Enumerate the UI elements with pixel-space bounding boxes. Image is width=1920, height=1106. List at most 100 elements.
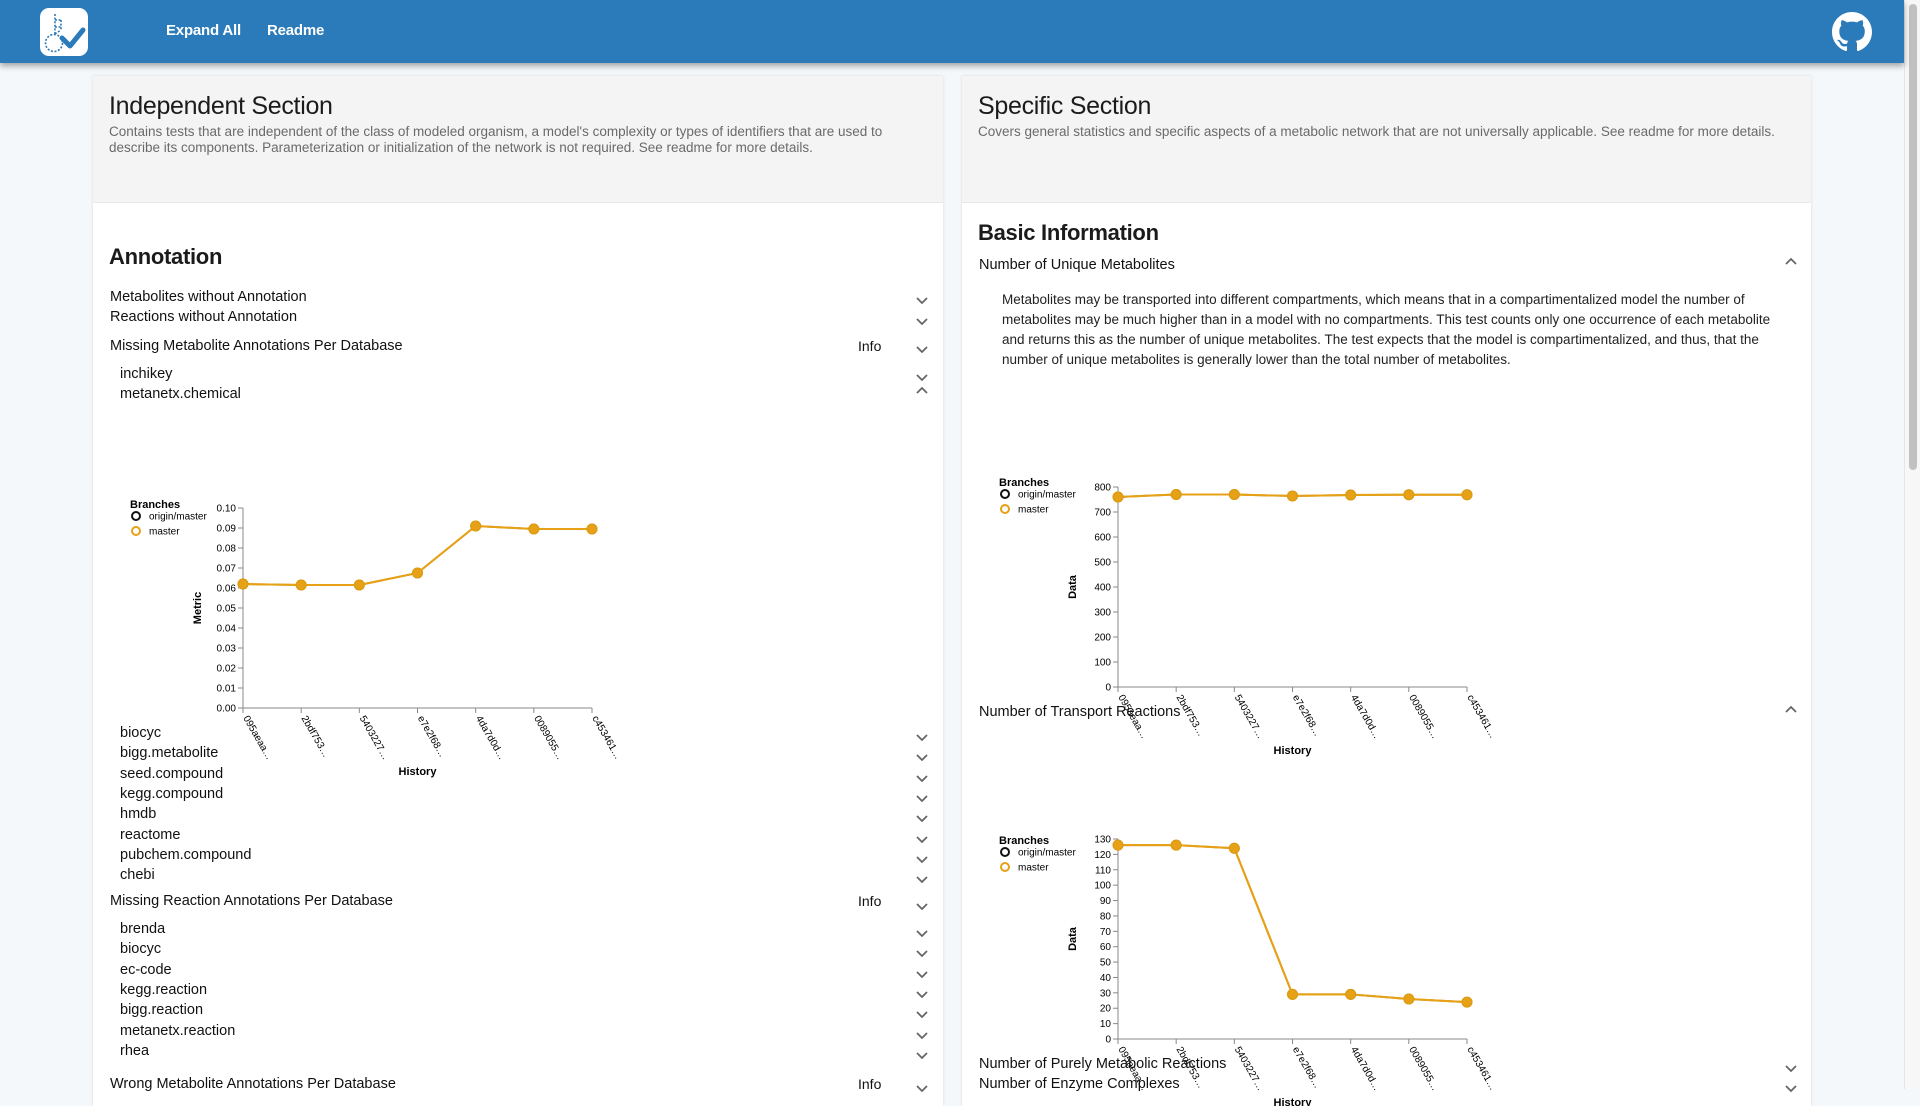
- y-tick-label: 0: [1105, 1035, 1111, 1046]
- data-point: [1228, 489, 1240, 500]
- y-tick-label: 130: [1094, 835, 1111, 846]
- info-button[interactable]: Info: [858, 338, 881, 354]
- y-tick-label: 50: [1100, 958, 1112, 969]
- test-label: Number of Purely Metabolic Reactions: [979, 1056, 1227, 1072]
- data-point: [1403, 993, 1415, 1005]
- chevron-down-icon[interactable]: [915, 373, 929, 383]
- data-point: [1228, 842, 1240, 854]
- info-button[interactable]: Info: [858, 1076, 881, 1092]
- y-tick-label: 70: [1100, 927, 1112, 938]
- subtest-label: reactome: [120, 826, 181, 843]
- group-title-annotation: Annotation: [109, 244, 223, 269]
- chevron-down-icon[interactable]: [915, 345, 929, 355]
- chevron-down-icon[interactable]: [915, 1051, 929, 1061]
- chevron-down-icon[interactable]: [1784, 1084, 1798, 1094]
- subtest-label: biocyc: [120, 725, 162, 741]
- test-label: Number of Enzyme Complexes: [979, 1076, 1180, 1092]
- legend-label: master: [1018, 863, 1049, 874]
- readme-link[interactable]: Readme: [267, 22, 324, 39]
- scrollbar-thumb[interactable]: [1909, 4, 1917, 470]
- chevron-up-icon[interactable]: [1784, 256, 1798, 266]
- subtest-row[interactable]: biocyc: [120, 725, 820, 745]
- data-point: [412, 567, 423, 579]
- test-number-of-unique-metabolites[interactable]: Number of Unique Metabolites: [979, 257, 1779, 277]
- y-tick-label: 10: [1100, 1019, 1112, 1030]
- test-metabolites-without-annotation[interactable]: Metabolites without Annotation: [110, 289, 930, 309]
- subtest-row[interactable]: kegg.reaction: [120, 982, 820, 1002]
- y-tick-label: 400: [1094, 583, 1111, 594]
- chevron-up-icon[interactable]: [1784, 704, 1798, 714]
- data-point: [295, 579, 307, 591]
- legend-symbol: [1000, 504, 1010, 514]
- chevron-down-icon[interactable]: [915, 970, 929, 980]
- chart-transport-reactions: 0102030405060708090100110120130095aeaa… 2…: [999, 835, 1498, 1106]
- chevron-down-icon[interactable]: [915, 317, 929, 327]
- chevron-down-icon[interactable]: [915, 929, 929, 939]
- chevron-down-icon[interactable]: [915, 814, 929, 824]
- subtest-row[interactable]: bigg.metabolite: [120, 745, 820, 765]
- y-tick-label: 30: [1100, 988, 1112, 999]
- y-tick-label: 0: [1105, 683, 1111, 694]
- legend-symbol: [131, 511, 141, 521]
- github-icon[interactable]: [1832, 12, 1872, 52]
- subtest-metanetx-chemical[interactable]: metanetx.chemical: [120, 386, 820, 406]
- subtest-row[interactable]: rhea: [120, 1043, 820, 1063]
- chevron-down-icon[interactable]: [1784, 1064, 1798, 1074]
- y-tick-label: 100: [1094, 658, 1111, 669]
- subtest-row[interactable]: pubchem.compound: [120, 847, 820, 867]
- test-label: Number of Transport Reactions: [979, 704, 1181, 720]
- chevron-down-icon[interactable]: [915, 753, 929, 763]
- memote-logo-icon[interactable]: [40, 8, 88, 56]
- chevron-down-icon[interactable]: [915, 794, 929, 804]
- subtest-row[interactable]: kegg.compound: [120, 786, 820, 806]
- data-point: [1461, 489, 1473, 501]
- subtest-label: brenda: [120, 921, 166, 937]
- info-button[interactable]: Info: [858, 893, 881, 909]
- subtest-row[interactable]: metanetx.reaction: [120, 1023, 820, 1043]
- chevron-down-icon[interactable]: [915, 774, 929, 784]
- subtest-inchikey[interactable]: inchikey: [120, 366, 820, 386]
- subtest-row[interactable]: hmdb: [120, 806, 820, 826]
- chevron-down-icon[interactable]: [915, 835, 929, 845]
- top-navbar: Expand All Readme: [0, 0, 1904, 63]
- test-number-of-transport-reactions[interactable]: Number of Transport Reactions: [979, 704, 1779, 724]
- subtest-row[interactable]: brenda: [120, 921, 820, 941]
- y-axis-title: Data: [1067, 926, 1079, 951]
- subtest-row[interactable]: biocyc: [120, 941, 820, 961]
- chevron-down-icon[interactable]: [915, 875, 929, 885]
- y-tick-label: 0.01: [217, 684, 237, 695]
- test-missing-metabolite-annotations[interactable]: Missing Metabolite Annotations Per Datab…: [110, 338, 810, 358]
- chevron-down-icon[interactable]: [915, 1084, 929, 1094]
- chevron-down-icon[interactable]: [915, 855, 929, 865]
- subtest-row[interactable]: bigg.reaction: [120, 1002, 820, 1022]
- test-reactions-without-annotation[interactable]: Reactions without Annotation: [110, 309, 930, 329]
- chevron-down-icon[interactable]: [915, 1031, 929, 1041]
- data-point: [1287, 988, 1298, 1000]
- chevron-up-icon[interactable]: [915, 385, 929, 395]
- subtest-row[interactable]: chebi: [120, 867, 820, 887]
- subtest-row[interactable]: ec-code: [120, 962, 820, 982]
- chevron-down-icon[interactable]: [915, 902, 929, 912]
- subtest-row[interactable]: reactome: [120, 827, 820, 847]
- chevron-down-icon[interactable]: [915, 949, 929, 959]
- subtest-label: metanetx.chemical: [120, 386, 241, 402]
- page-scrollbar[interactable]: [1904, 0, 1920, 1089]
- data-point: [1345, 988, 1357, 1000]
- chevron-down-icon[interactable]: [915, 733, 929, 743]
- chevron-down-icon[interactable]: [915, 990, 929, 1000]
- test-wrong-metabolite-annotations[interactable]: Wrong Metabolite Annotations Per Databas…: [110, 1076, 810, 1096]
- subtest-row[interactable]: seed.compound: [120, 766, 820, 786]
- y-tick-label: 20: [1100, 1004, 1112, 1015]
- chevron-down-icon[interactable]: [915, 296, 929, 306]
- test-label: Number of Unique Metabolites: [979, 257, 1175, 273]
- test-missing-reaction-annotations[interactable]: Missing Reaction Annotations Per Databas…: [110, 893, 810, 913]
- subtest-label: pubchem.compound: [120, 846, 252, 863]
- subtest-label: inchikey: [120, 366, 173, 382]
- subtest-label: ec-code: [120, 961, 172, 978]
- test-number-of-enzyme-complexes[interactable]: Number of Enzyme Complexes: [979, 1076, 1779, 1096]
- y-tick-label: 120: [1094, 850, 1111, 861]
- chevron-down-icon[interactable]: [915, 1010, 929, 1020]
- test-number-of-purely-metabolic-reactions[interactable]: Number of Purely Metabolic Reactions: [979, 1056, 1779, 1076]
- data-point: [1345, 489, 1357, 501]
- expand-all-link[interactable]: Expand All: [166, 22, 241, 39]
